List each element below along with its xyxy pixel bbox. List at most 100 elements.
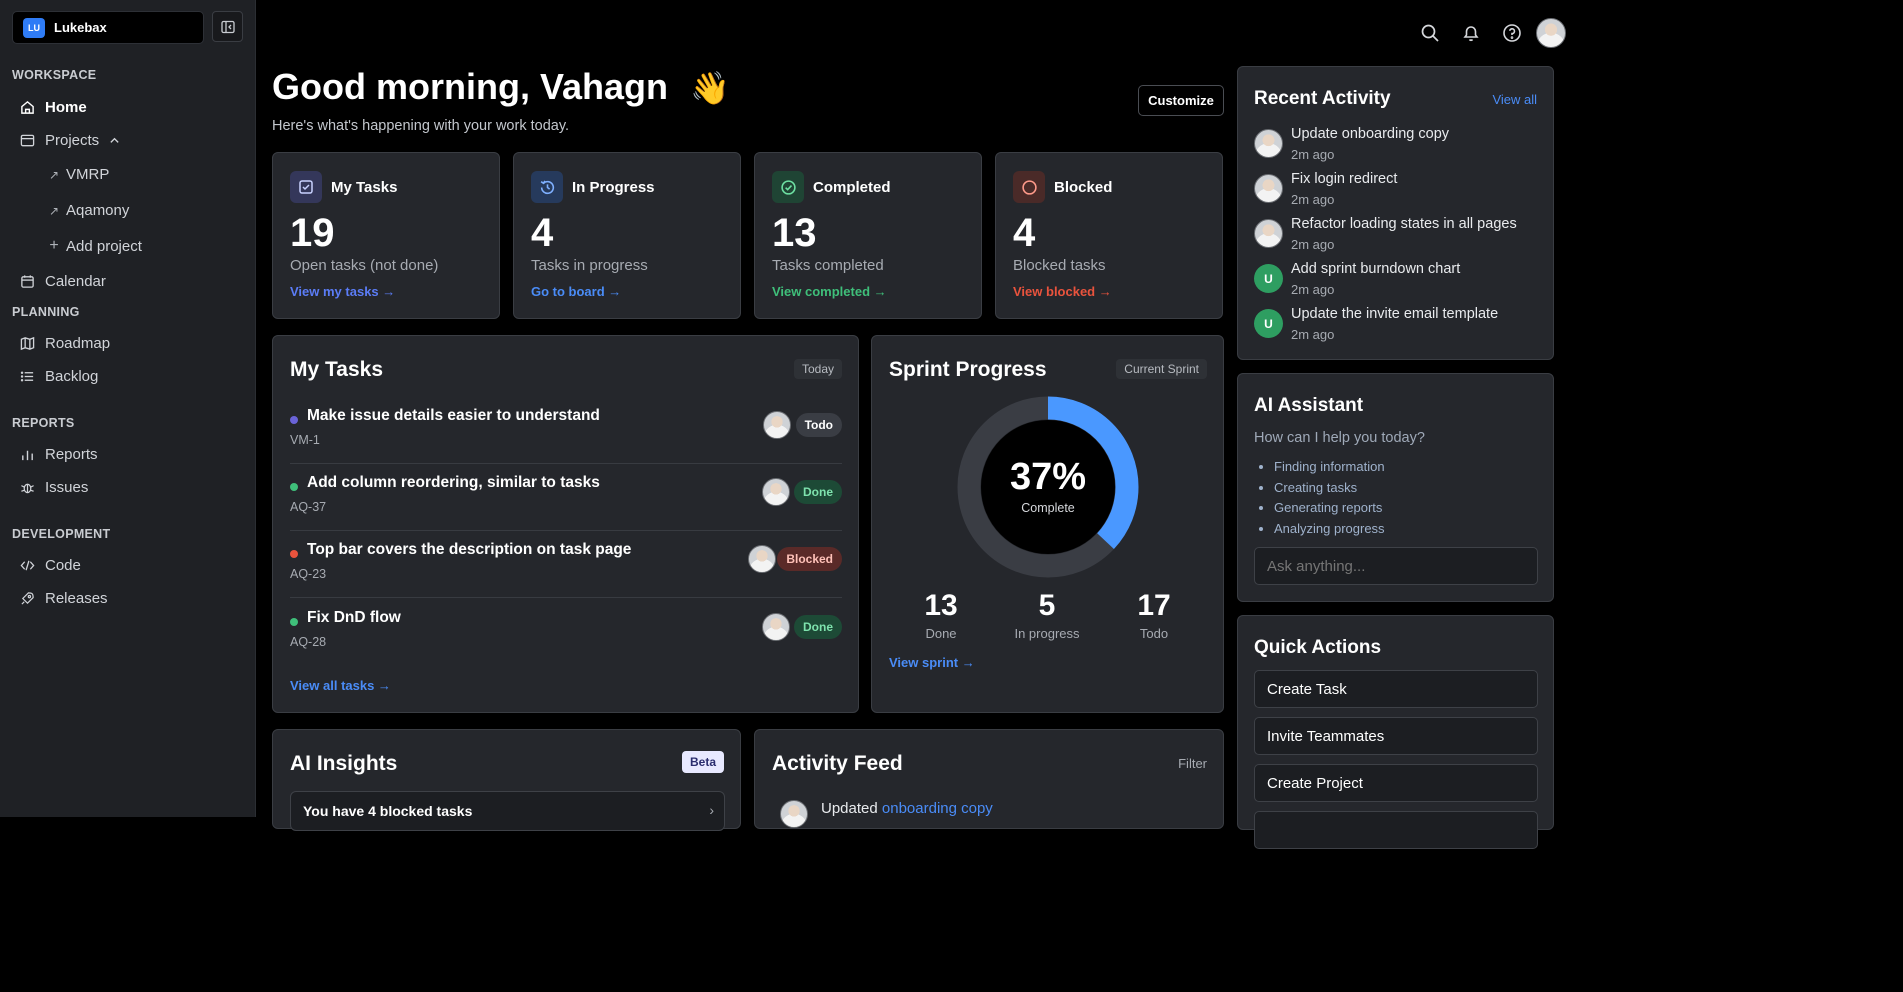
sidebar-item-issues[interactable]: Issues xyxy=(20,479,88,496)
page-subtitle: Here's what's happening with your work t… xyxy=(272,118,570,134)
stat-description: Tasks in progress xyxy=(531,257,648,274)
clock-icon xyxy=(531,171,563,203)
sidebar-item-vmrp[interactable]: ↗ VMRP xyxy=(48,166,109,183)
task-title: Add column reordering, similar to tasks xyxy=(307,474,600,491)
activity-text: Update the invite email template xyxy=(1291,306,1499,322)
view-sprint-link[interactable]: View sprint → xyxy=(889,655,975,670)
activity-item[interactable]: U Add sprint burndown chart 2m ago xyxy=(1254,261,1544,301)
ai-insights-title: AI Insights xyxy=(290,752,398,775)
sprint-complete-label: Complete xyxy=(1021,501,1075,515)
sidebar-item-label: Calendar xyxy=(45,273,106,290)
beta-badge: Beta xyxy=(681,751,724,773)
invite-teammates-button[interactable]: Invite Teammates xyxy=(1254,717,1538,755)
sidebar-item-roadmap[interactable]: Roadmap xyxy=(20,335,110,352)
sidebar-item-label: Projects xyxy=(45,132,100,149)
quick-action-button-partial[interactable] xyxy=(1254,811,1538,849)
sprint-in-progress-label: In progress xyxy=(1014,626,1080,641)
status-badge: Done xyxy=(794,615,842,639)
ai-suggestion[interactable]: Creating tasks xyxy=(1274,478,1385,499)
current-sprint-tag: Current Sprint xyxy=(1116,359,1207,379)
list-icon xyxy=(20,371,34,382)
chevron-right-icon: › xyxy=(709,802,714,818)
calendar-icon xyxy=(21,275,34,288)
customize-button[interactable]: Customize xyxy=(1138,85,1224,116)
sprint-progress-card: Sprint Progress Current Sprint 37% Compl… xyxy=(871,335,1224,713)
create-task-button[interactable]: Create Task xyxy=(1254,670,1538,708)
collapse-sidebar-button[interactable] xyxy=(212,11,243,42)
task-row[interactable]: Add column reordering, similar to tasks … xyxy=(290,464,842,531)
activity-item[interactable]: Update onboarding copy 2m ago xyxy=(1254,126,1544,166)
sprint-in-progress-count: 5 xyxy=(1038,589,1056,622)
sidebar-item-home[interactable]: Home xyxy=(20,99,87,116)
section-reports: REPORTS xyxy=(12,416,75,430)
today-tag: Today xyxy=(793,359,842,379)
sidebar-item-code[interactable]: Code xyxy=(20,557,81,574)
activity-item[interactable]: Refactor loading states in all pages 2m … xyxy=(1254,216,1544,256)
activity-avatar xyxy=(1254,174,1283,203)
sprint-todo-count: 17 xyxy=(1137,589,1171,622)
help-icon[interactable] xyxy=(1502,23,1522,43)
activity-text: Refactor loading states in all pages xyxy=(1291,216,1517,232)
recent-activity-card: Recent Activity View all Update onboardi… xyxy=(1237,66,1554,360)
workspace-name: Lukebax xyxy=(54,20,107,35)
activity-item[interactable]: U Update the invite email template 2m ag… xyxy=(1254,306,1544,346)
stat-value: 4 xyxy=(531,211,554,255)
sidebar-item-calendar[interactable]: Calendar xyxy=(20,273,106,290)
plus-icon: + xyxy=(49,237,59,254)
task-key: AQ-28 xyxy=(290,635,327,649)
ai-suggestion[interactable]: Analyzing progress xyxy=(1274,519,1385,540)
task-title: Top bar covers the description on task p… xyxy=(307,541,632,558)
task-row[interactable]: Make issue details easier to understand … xyxy=(290,397,842,464)
search-icon[interactable] xyxy=(1420,23,1440,43)
sidebar-item-label: Issues xyxy=(45,479,89,496)
ai-assistant-card: AI Assistant How can I help you today? F… xyxy=(1237,373,1554,602)
arrow-up-right-icon: ↗ xyxy=(48,203,60,218)
sprint-done-label: Done xyxy=(925,626,957,641)
sidebar-item-backlog[interactable]: Backlog xyxy=(20,368,98,385)
activity-avatar xyxy=(780,800,808,828)
insight-text: You have 4 blocked tasks xyxy=(303,803,473,819)
create-project-button[interactable]: Create Project xyxy=(1254,764,1538,802)
bell-icon[interactable] xyxy=(1461,23,1481,43)
stat-value: 13 xyxy=(772,211,817,255)
view-blocked-link[interactable]: View blocked → xyxy=(1013,284,1112,299)
ai-ask-input[interactable] xyxy=(1254,547,1538,585)
activity-time: 2m ago xyxy=(1291,327,1335,342)
go-to-board-link[interactable]: Go to board → xyxy=(531,284,621,299)
user-avatar[interactable] xyxy=(1536,18,1566,48)
sidebar-collapse-icon xyxy=(220,20,235,33)
view-all-tasks-link[interactable]: View all tasks → xyxy=(290,678,391,693)
activity-item[interactable]: Fix login redirect 2m ago xyxy=(1254,171,1544,211)
view-completed-link[interactable]: View completed → xyxy=(772,284,887,299)
activity-avatar: U xyxy=(1254,264,1283,293)
filter-button[interactable]: Filter xyxy=(1178,756,1207,771)
assignee-avatar xyxy=(763,411,791,439)
ai-suggestion[interactable]: Generating reports xyxy=(1274,498,1385,519)
stat-title: My Tasks xyxy=(331,179,398,196)
sidebar-item-aqamony[interactable]: ↗ Aqamony xyxy=(48,202,129,219)
task-key: AQ-37 xyxy=(290,500,327,514)
activity-link[interactable]: onboarding copy xyxy=(882,800,993,817)
status-badge: Blocked xyxy=(777,547,842,571)
sidebar-item-releases[interactable]: Releases xyxy=(20,590,108,607)
workspace-switcher[interactable]: LU Lukebax xyxy=(12,11,204,44)
activity-text: Update onboarding copy xyxy=(1291,126,1450,142)
activity-text: Fix login redirect xyxy=(1291,171,1398,187)
wave-emoji: 👋 xyxy=(690,70,730,106)
sprint-title: Sprint Progress xyxy=(889,358,1047,381)
insight-item[interactable]: You have 4 blocked tasks › xyxy=(290,791,725,831)
ai-suggestion[interactable]: Finding information xyxy=(1274,457,1385,478)
view-all-activity-link[interactable]: View all xyxy=(1492,92,1537,107)
status-badge: Todo xyxy=(795,413,842,437)
add-project-button[interactable]: + Add project xyxy=(48,237,142,255)
view-my-tasks-link[interactable]: View my tasks → xyxy=(290,284,395,299)
sidebar-item-label: Reports xyxy=(45,446,98,463)
sidebar-item-label: Add project xyxy=(66,237,142,255)
sidebar-item-projects[interactable]: Projects xyxy=(20,132,130,149)
ai-assistant-prompt: How can I help you today? xyxy=(1254,430,1425,446)
task-row[interactable]: Top bar covers the description on task p… xyxy=(290,531,842,598)
assignee-avatar xyxy=(762,613,790,641)
sidebar-item-reports[interactable]: Reports xyxy=(20,446,98,463)
task-row[interactable]: Fix DnD flow AQ-28 Done xyxy=(290,599,842,666)
priority-dot xyxy=(290,416,298,424)
